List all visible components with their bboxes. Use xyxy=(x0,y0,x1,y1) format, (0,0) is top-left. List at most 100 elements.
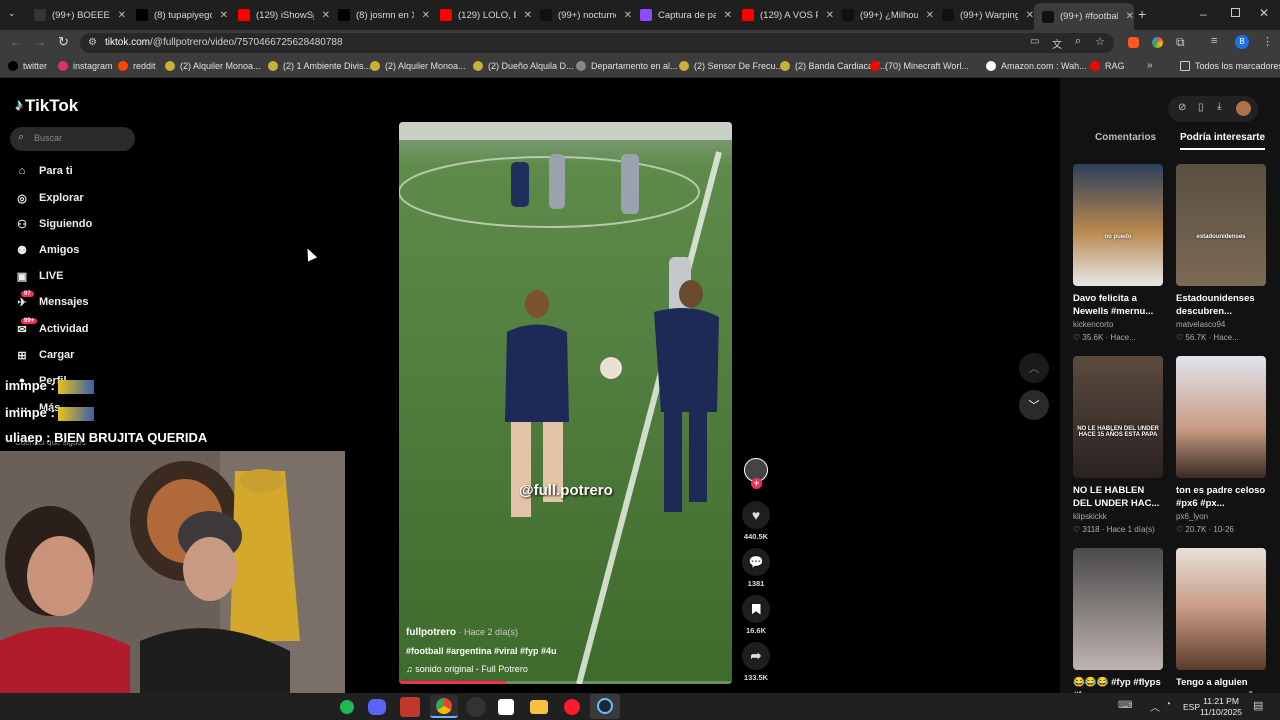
bookmark-item[interactable]: reddit xyxy=(118,61,156,71)
nav-explorar[interactable]: ◎ Explorar xyxy=(15,189,83,207)
video-thumbnail[interactable] xyxy=(1176,548,1266,670)
card-author[interactable]: matvelasco94 xyxy=(1176,320,1266,329)
share-action[interactable]: ➦ 133.5K xyxy=(742,642,770,682)
omnibox[interactable]: ⚙ tiktok.com/@fullpotrero/video/75704667… xyxy=(80,33,1114,53)
video-progress-bar[interactable] xyxy=(399,681,732,684)
tab-close-icon[interactable]: ✕ xyxy=(624,10,632,21)
close-window-button[interactable]: ✕ xyxy=(1259,6,1269,20)
bookmark-item[interactable]: (2) Alquiler Monoa... xyxy=(165,61,261,71)
video-thumbnail[interactable] xyxy=(1073,548,1163,670)
tab-close-icon[interactable]: ✕ xyxy=(724,10,732,21)
browser-tab[interactable]: (8) josmn en X ✕ xyxy=(330,4,430,26)
recommended-video-card[interactable]: estadounidenses Estadounidenses descubren… xyxy=(1176,164,1266,342)
browser-tab[interactable]: (129) iShowSp ✕ xyxy=(230,4,330,26)
tab-close-icon[interactable]: ✕ xyxy=(220,10,228,21)
recommended-video-card[interactable]: Tengo a alguien que me acompañ... xyxy=(1176,548,1266,702)
steam-icon[interactable] xyxy=(590,694,620,719)
browser-tab[interactable]: (129) A VOS PA ✕ xyxy=(734,4,834,26)
tab-close-icon[interactable]: ✕ xyxy=(322,10,330,21)
bookmark-item[interactable]: (70) Minecraft Worl... xyxy=(870,61,969,71)
tab-close-icon[interactable]: ✕ xyxy=(422,10,430,21)
chrome-icon[interactable] xyxy=(430,695,458,718)
tab-close-icon[interactable]: ✕ xyxy=(826,10,834,21)
previous-video-button[interactable]: ︿ xyxy=(1019,353,1049,383)
profile-avatar[interactable]: B xyxy=(1235,35,1249,49)
media-controls-icon[interactable]: ≡ xyxy=(1211,35,1217,47)
extension-icon-2[interactable] xyxy=(1152,37,1163,48)
recommended-video-card[interactable]: 😂😂😂 #fyp #flyps #foryou xyxy=(1073,548,1163,702)
tab-might-interest[interactable]: Podría interesarte xyxy=(1180,132,1266,150)
tiktok-logo[interactable]: ♪ TikTok xyxy=(15,96,78,116)
video-player[interactable]: @full.potrero fullpotrero · Hace 2 día(s… xyxy=(399,122,732,684)
follow-plus-icon[interactable]: + xyxy=(751,478,762,489)
recommended-video-card[interactable]: NO LE HABLEN DEL UNDER HACE 15 AÑOS ESTA… xyxy=(1073,356,1163,534)
new-tab-button[interactable]: + xyxy=(1138,6,1146,22)
discord-icon[interactable] xyxy=(368,699,386,715)
extension-icon-1[interactable] xyxy=(1128,37,1139,48)
compass-small-icon[interactable]: ⊘ xyxy=(1178,102,1186,113)
forward-button[interactable]: → xyxy=(34,35,46,49)
obs-icon[interactable] xyxy=(466,697,486,717)
search-input[interactable]: ⌕ Buscar xyxy=(10,127,135,151)
browser-tab[interactable]: (99+) ¿Milhous ✕ xyxy=(834,4,934,26)
bookmark-item[interactable]: instagram xyxy=(58,61,113,71)
tray-keyboard-icon[interactable]: ⌨ xyxy=(1118,700,1132,711)
user-avatar[interactable] xyxy=(1236,101,1251,116)
video-thumbnail[interactable]: no puedo xyxy=(1073,164,1163,286)
bookmark-item[interactable]: twitter xyxy=(8,61,47,71)
tab-close-icon[interactable]: ✕ xyxy=(1126,11,1134,22)
like-action[interactable]: ♥ 440.5K xyxy=(742,501,770,541)
tab-comments[interactable]: Comentarios xyxy=(1095,132,1156,143)
bookmark-item[interactable]: (2) 1 Ambiente Divis... xyxy=(268,61,371,71)
bookmark-star-icon[interactable]: ☆ xyxy=(1095,35,1105,48)
video-thumbnail[interactable]: estadounidenses xyxy=(1176,164,1266,286)
nav-siguiendo[interactable]: ⚇ Siguiendo xyxy=(15,215,92,233)
opera-icon[interactable] xyxy=(564,699,580,715)
cast-icon[interactable]: ▭ xyxy=(1030,36,1039,47)
voicemeeter-icon[interactable] xyxy=(400,697,420,717)
tray-wifi-icon[interactable]: ◔ xyxy=(1165,699,1171,710)
recommended-video-card[interactable]: no puedo Davo felicita a Newells #mernu..… xyxy=(1073,164,1163,342)
video-thumbnail[interactable] xyxy=(1176,356,1266,478)
comment-action[interactable]: 💬 1381 xyxy=(742,548,770,588)
site-info-icon[interactable]: ⚙ xyxy=(88,37,97,48)
browser-tab[interactable]: (8) tupapiyego ✕ xyxy=(128,4,228,26)
browser-tab[interactable]: (99+) #football ✕ xyxy=(1034,3,1134,30)
tab-list-dropdown[interactable]: ⌄ xyxy=(8,8,22,22)
tab-close-icon[interactable]: ✕ xyxy=(118,10,126,21)
save-action[interactable]: 16.6K xyxy=(742,595,770,635)
bookmark-item[interactable]: RAG xyxy=(1090,61,1125,71)
bookmark-item[interactable]: (2) Alquiler Monoa... xyxy=(370,61,466,71)
restore-button[interactable] xyxy=(1231,8,1240,17)
video-hashtags[interactable]: #football #argentina #viral #fyp #4u xyxy=(406,646,557,656)
nav-live[interactable]: ▣ LIVE xyxy=(15,267,64,285)
zoom-icon[interactable]: ⌕ xyxy=(1075,35,1081,48)
card-author[interactable]: kickencorto xyxy=(1073,320,1163,329)
browser-tab[interactable]: (99+) nocturno ✕ xyxy=(532,4,632,26)
back-button[interactable]: ← xyxy=(10,35,22,49)
nav-parati[interactable]: ⌂ Para ti xyxy=(15,162,73,180)
app-icon[interactable] xyxy=(498,699,514,715)
tab-close-icon[interactable]: ✕ xyxy=(926,10,934,21)
nav-amigos[interactable]: ⚉ Amigos xyxy=(15,241,79,259)
spotify-icon[interactable] xyxy=(340,700,354,714)
language-indicator[interactable]: ESP xyxy=(1183,702,1200,712)
file-explorer-icon[interactable] xyxy=(530,700,548,714)
browser-tab[interactable]: Captura de pa ✕ xyxy=(632,4,732,26)
bookmark-item[interactable]: Departamento en al... xyxy=(576,61,678,71)
bookmark-item[interactable]: (2) Dueño Alquila D... xyxy=(473,61,574,71)
browser-menu-icon[interactable]: ⋮ xyxy=(1262,35,1273,48)
device-icon[interactable]: ▯ xyxy=(1198,102,1204,113)
download-icon[interactable]: ⤓ xyxy=(1217,101,1221,112)
recommended-video-card[interactable]: ton es padre celoso #px6 #px... px6_lyon ♡… xyxy=(1176,356,1266,534)
minimize-button[interactable]: – xyxy=(1200,7,1207,21)
system-clock[interactable]: 11:21 PM 11/10/2025 xyxy=(1200,696,1242,718)
translate-icon[interactable]: 文 xyxy=(1052,36,1062,51)
extensions-puzzle-icon[interactable]: ⧉ xyxy=(1176,35,1185,50)
reload-button[interactable]: ↻ xyxy=(58,34,69,50)
browser-tab[interactable]: (99+) Warping ✕ xyxy=(934,4,1034,26)
nav-cargar[interactable]: ⊞ Cargar xyxy=(15,346,74,364)
notifications-icon[interactable]: ▤ xyxy=(1253,699,1263,712)
next-video-button[interactable]: ﹀ xyxy=(1019,390,1049,420)
card-author[interactable]: px6_lyon xyxy=(1176,512,1266,521)
